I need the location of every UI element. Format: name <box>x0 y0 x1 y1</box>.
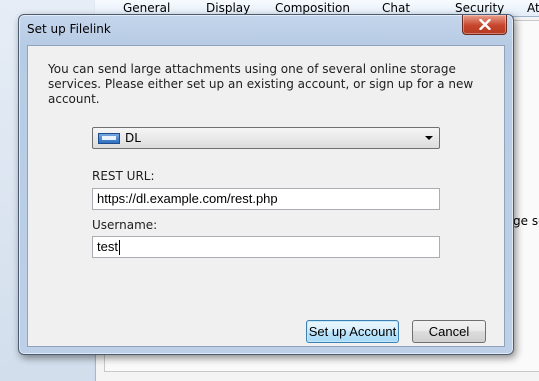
cancel-button[interactable]: Cancel <box>412 320 486 343</box>
intro-text: You can send large attachments using one… <box>48 62 474 106</box>
close-button[interactable] <box>462 15 507 35</box>
username-input[interactable]: test <box>92 236 440 258</box>
background-partial-text: ge se <box>513 214 539 228</box>
filelink-setup-dialog: Set up Filelink You can send large attac… <box>18 14 514 355</box>
username-value: test <box>97 239 118 254</box>
setup-account-button[interactable]: Set up Account <box>306 320 399 343</box>
dl-provider-icon <box>98 133 120 144</box>
text-caret <box>118 240 120 256</box>
rest-url-input[interactable]: https://dl.example.com/rest.php <box>92 188 440 210</box>
username-label: Username: <box>92 218 158 232</box>
close-icon <box>478 19 491 30</box>
rest-url-value: https://dl.example.com/rest.php <box>97 191 278 206</box>
provider-select[interactable]: DL <box>92 127 440 149</box>
rest-url-label: REST URL: <box>92 169 155 183</box>
dialog-title: Set up Filelink <box>27 22 111 36</box>
provider-selected-label: DL <box>125 131 141 145</box>
tab-attachments[interactable]: At <box>527 0 539 16</box>
dialog-client-area: You can send large attachments using one… <box>27 45 505 347</box>
chevron-down-icon <box>425 136 433 140</box>
